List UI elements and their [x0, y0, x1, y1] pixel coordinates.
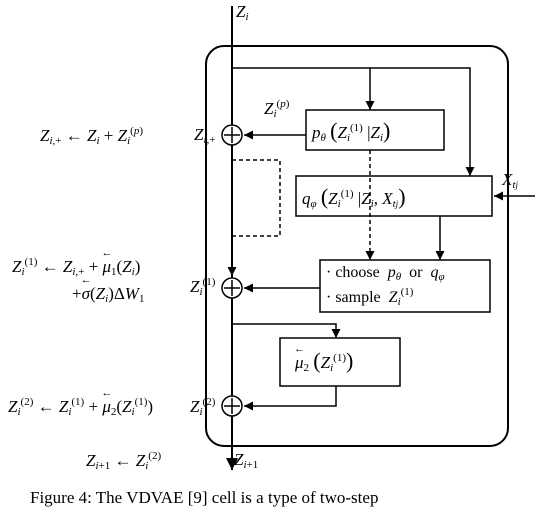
block-choose: · choose pθ or qφ: [326, 264, 445, 283]
block-q-phi: qφ (Zi(1) |Zi, Xtj): [302, 184, 406, 210]
figure-caption: Figure 4: The VDVAE [9] cell is a type o…: [30, 488, 378, 508]
axis-label-Z-next: Zi+1: [234, 450, 258, 471]
equation-step-1: Zi,+ ← Zi + Zi(p): [40, 125, 143, 147]
axis-label-Z-i: Zi: [236, 2, 249, 23]
label-Z-ip: Zi(p): [264, 98, 289, 120]
block-mu2: ← μ 2 (Zi(1)): [295, 348, 353, 374]
equation-step-2a: Zi(1) ← Zi,+ + ←μ1(Zi): [12, 256, 140, 278]
block-sample: · sample Zi(1): [326, 286, 413, 308]
equation-step-out: Zi+1 ← Zi(2): [86, 450, 161, 472]
equation-step-2b: +←σ(Zi)ΔW1: [72, 284, 144, 305]
equation-step-3: Zi(2) ← Zi(1) + ←μ2(Zi(1)): [8, 396, 153, 418]
block-p-theta: pθ (Zi(1) |Zi): [312, 118, 390, 144]
axis-label-Z-i2: Zi(2): [190, 396, 215, 418]
axis-label-Z-i1: Zi(1): [190, 276, 215, 298]
label-X-tj: Xtj: [502, 170, 518, 191]
axis-label-Z-iplus: Zi,+: [194, 125, 216, 146]
